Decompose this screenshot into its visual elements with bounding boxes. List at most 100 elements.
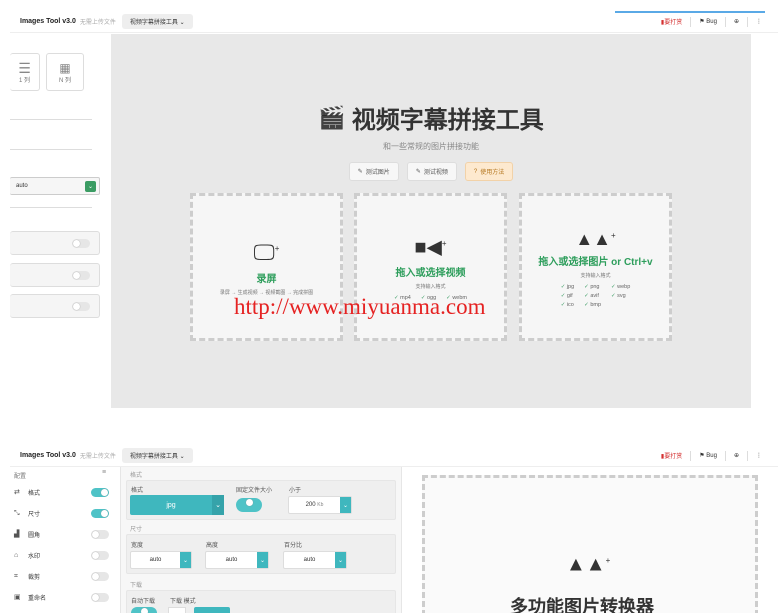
size-limit-value: 200 Kb: [289, 502, 340, 508]
download-mode-select[interactable]: [168, 607, 186, 613]
divider: [10, 149, 92, 150]
auto-download-label: 自动下载: [131, 599, 156, 605]
config-label: 配置: [14, 474, 27, 480]
height-value: auto: [225, 557, 238, 563]
sidebar-item-label: 圆角: [28, 533, 41, 539]
watermark-toggle[interactable]: [91, 551, 109, 560]
bug-label: Bug: [706, 453, 717, 459]
header-actions: ▮要打赏 ⚑ Bug ⊕ ⋮: [661, 16, 762, 27]
download-mode-button[interactable]: [194, 607, 230, 613]
format-select[interactable]: jpg ⌄: [130, 495, 224, 515]
monitor-icon: 🖵+: [253, 239, 280, 265]
height-select[interactable]: auto ⌄: [205, 551, 269, 569]
width-select[interactable]: auto ⌄: [130, 551, 192, 569]
page-title: 🎬 视频字幕拼接工具: [318, 100, 543, 135]
app-brand: Images Tool v3.0: [20, 452, 76, 459]
fixed-size-toggle[interactable]: [236, 498, 262, 512]
crop-icon: ⌗: [14, 572, 18, 580]
size-section-label: 尺寸: [130, 527, 143, 533]
mountain-icon: ▲▲+: [575, 229, 616, 249]
divider: [724, 16, 726, 27]
sidebar-item-watermark[interactable]: ⌂ 水印: [14, 551, 41, 561]
download-section-label: 下载: [130, 583, 143, 589]
option-row-2: [10, 263, 100, 287]
hero-buttons: ✎ 测试图片 ✎ 测试视频 ? 使用方法: [348, 162, 514, 181]
resize-icon: ⤡: [14, 509, 20, 517]
auto-download-toggle[interactable]: [131, 607, 157, 613]
sidebar-item-crop[interactable]: ⌗ 裁剪: [14, 572, 40, 582]
flag-icon: ⚑: [699, 453, 705, 459]
fixed-size-label: 固定文件大小: [236, 488, 273, 494]
no-upload-hint: 无需上传文件: [79, 20, 116, 26]
format-toggle[interactable]: [91, 488, 109, 497]
image-drop-zone[interactable]: ▲▲+ 拖入或选择图片 or Ctrl+v 支持输入格式 jpg png web…: [519, 193, 672, 341]
tool-select[interactable]: 视频字幕拼接工具 ⌄: [121, 448, 193, 463]
download-mode-label: 下载 模式: [170, 599, 196, 605]
mode-select[interactable]: auto ⌄: [10, 177, 100, 195]
size-toggle[interactable]: [91, 509, 109, 518]
menu-icon[interactable]: ≡: [102, 469, 106, 476]
more-icon[interactable]: ⋮: [756, 452, 762, 459]
video-title: 拖入或选择视频: [395, 268, 466, 280]
header-accent-bar: [615, 11, 765, 13]
test-video-button[interactable]: ✎ 测试视频: [406, 162, 457, 181]
usage-button[interactable]: ? 使用方法: [464, 162, 514, 181]
bug-link[interactable]: ⚑ Bug: [699, 18, 717, 25]
size-limit-input[interactable]: 200 Kb ⌄: [288, 496, 352, 514]
globe-icon[interactable]: ⊕: [734, 452, 739, 459]
question-icon: ?: [473, 168, 478, 175]
page-title-text: 视频字幕拼接工具: [351, 107, 544, 134]
percent-label: 百分比: [284, 543, 303, 549]
image-format-list: jpg png webp gif avif svg ico bmp: [561, 284, 630, 308]
format-item: png: [584, 284, 601, 290]
no-upload-hint: 无需上传文件: [79, 454, 116, 460]
width-label: 宽度: [131, 543, 144, 549]
top-sidebar: ☰ 1 列 ▦ N 列 auto ⌄: [10, 33, 110, 408]
percent-select[interactable]: auto ⌄: [283, 551, 347, 569]
rename-toggle[interactable]: [91, 593, 109, 602]
more-icon[interactable]: ⋮: [756, 18, 762, 25]
swap-icon: ⇄: [14, 488, 20, 496]
n-column-label: N 列: [58, 77, 71, 84]
crop-toggle[interactable]: [91, 572, 109, 581]
sidebar-item-rename[interactable]: ▣ 重命名: [14, 593, 47, 603]
video-desc: 支持输入格式: [415, 284, 446, 291]
one-column-button[interactable]: ☰ 1 列: [10, 53, 40, 91]
clapperboard-icon: 🎬: [318, 104, 346, 130]
format-item: webp: [611, 284, 630, 290]
sidebar-item-label: 水印: [28, 554, 41, 560]
option-row-3: [10, 294, 100, 318]
top-app-header: Images Tool v3.0 无需上传文件 视频字幕拼接工具 ⌄ ▮要打赏 …: [10, 11, 778, 33]
gap: [0, 410, 780, 444]
donate-link[interactable]: ▮要打赏: [661, 17, 682, 26]
test-image-button[interactable]: ✎ 测试图片: [348, 162, 399, 181]
sidebar-item-label: 重命名: [28, 596, 47, 602]
header-actions: ▮要打赏 ⚑ Bug ⊕ ⋮: [661, 450, 762, 461]
watermark-text: http://www.miyuanma.com: [234, 294, 486, 319]
option-toggle-3[interactable]: [72, 302, 90, 311]
option-toggle-1[interactable]: [72, 239, 90, 248]
chevron-down-icon: ⌄: [85, 180, 96, 192]
page-subtitle: 和一些常规的图片拼接功能: [383, 142, 479, 151]
sidebar-item-label: 尺寸: [28, 512, 41, 518]
divider: [747, 450, 748, 461]
option-row-1: [10, 231, 100, 255]
sidebar-item-corner[interactable]: ▟ 圆角: [14, 530, 41, 540]
globe-icon[interactable]: ⊕: [734, 18, 739, 25]
chevron-down-icon: ⌄: [340, 497, 351, 513]
corner-toggle[interactable]: [91, 530, 109, 539]
divider: [747, 16, 748, 27]
n-column-button[interactable]: ▦ N 列: [46, 53, 84, 91]
pencil-icon: ✎: [357, 169, 363, 175]
test-image-label: 测试图片: [365, 170, 390, 176]
option-toggle-2[interactable]: [72, 271, 90, 280]
mode-select-value: auto: [16, 183, 28, 189]
donate-link[interactable]: ▮要打赏: [661, 451, 682, 460]
width-value: auto: [149, 557, 162, 563]
sidebar-item-size[interactable]: ⤡ 尺寸: [14, 509, 41, 519]
less-than-label: 小于: [289, 488, 302, 494]
tool-select[interactable]: 视频字幕拼接工具 ⌄: [121, 14, 193, 29]
format-value: jpg: [166, 501, 176, 509]
sidebar-item-format[interactable]: ⇄ 格式: [14, 488, 40, 498]
bug-link[interactable]: ⚑ Bug: [699, 452, 717, 459]
